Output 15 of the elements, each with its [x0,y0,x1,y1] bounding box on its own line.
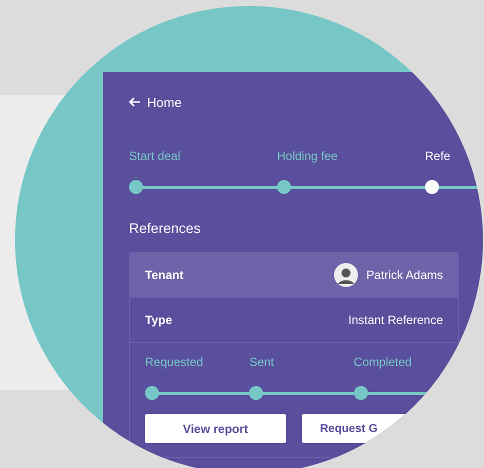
step-label: Refe [425,149,450,163]
section-title: References [129,220,202,236]
step-label: Sent [249,355,274,369]
row-value: Instant Reference [348,313,443,327]
row-value: Patrick Adams [366,268,443,282]
step-label: Completed [354,355,412,369]
avatar-icon [334,263,358,287]
back-link[interactable]: Home [129,94,182,110]
row-label: Type [145,313,172,327]
view-report-button[interactable]: View report [145,414,286,443]
step-label: Requested [145,355,204,369]
row-label: Tenant [145,268,184,282]
back-arrow-icon [129,97,140,107]
step-label: Holding fee [277,149,338,163]
step-label: Start deal [129,149,180,163]
